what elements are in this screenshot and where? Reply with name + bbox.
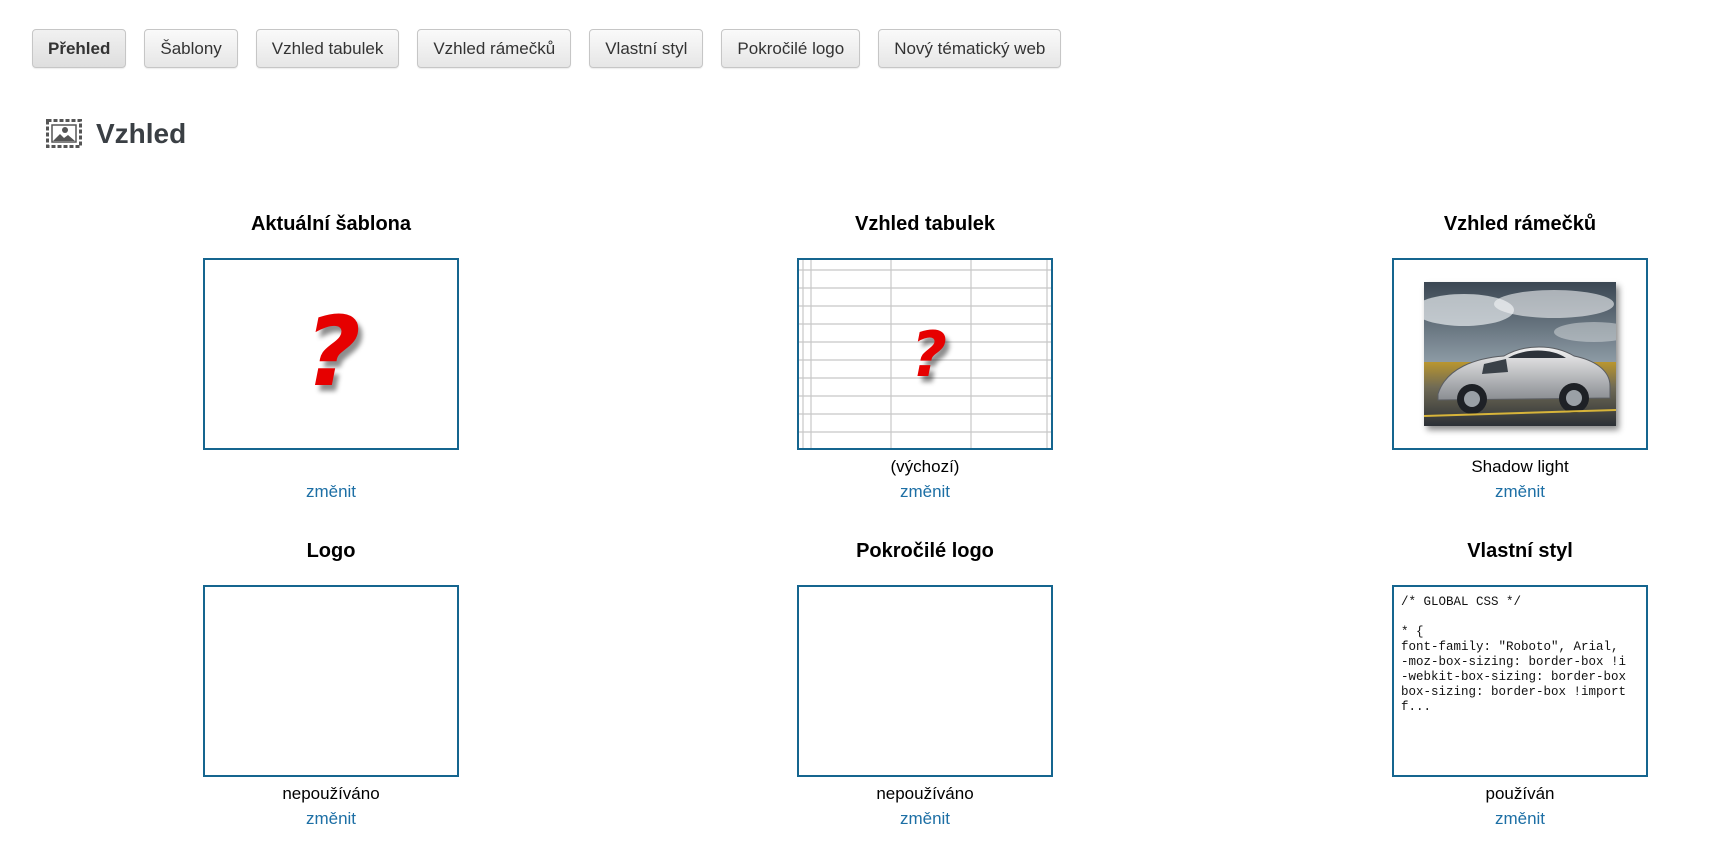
status-text: používán xyxy=(1485,784,1555,803)
card-frame-style: Vzhled rámečků Shadow light změnit xyxy=(1390,212,1650,503)
appearance-page: Přehled Šablony Vzhled tabulek Vzhled rá… xyxy=(0,0,1711,853)
picture-frame-icon xyxy=(46,119,82,149)
change-custom-style-link[interactable]: změnit xyxy=(1495,808,1545,830)
card-logo: Logo nepoužíváno změnit xyxy=(201,539,461,830)
card-title: Aktuální šablona xyxy=(250,213,412,235)
table-style-preview[interactable]: ? xyxy=(797,258,1053,450)
tab-overview[interactable]: Přehled xyxy=(32,29,127,68)
status-text: (výchozí) xyxy=(890,457,960,476)
card-title: Logo xyxy=(306,540,356,562)
logo-preview[interactable] xyxy=(203,585,459,777)
car-photo-thumbnail xyxy=(1424,282,1616,426)
advanced-logo-preview[interactable] xyxy=(797,585,1053,777)
tab-templates[interactable]: Šablony xyxy=(144,29,238,68)
change-frame-style-link[interactable]: změnit xyxy=(1495,481,1545,503)
card-current-template: Aktuální šablona ? změnit xyxy=(201,212,461,503)
page-heading: Vzhled xyxy=(46,118,186,150)
frame-style-preview[interactable] xyxy=(1392,258,1648,450)
tab-bar: Přehled Šablony Vzhled tabulek Vzhled rá… xyxy=(32,29,1062,68)
tab-custom-style[interactable]: Vlastní styl xyxy=(589,29,704,68)
change-table-style-link[interactable]: změnit xyxy=(900,481,950,503)
status-text: Shadow light xyxy=(1471,457,1569,476)
tab-advanced-logo[interactable]: Pokročilé logo xyxy=(721,29,861,68)
change-advanced-logo-link[interactable]: změnit xyxy=(900,808,950,830)
card-title: Vzhled rámečků xyxy=(1443,213,1597,235)
status-text xyxy=(201,456,461,478)
template-preview[interactable]: ? xyxy=(203,258,459,450)
change-logo-link[interactable]: změnit xyxy=(306,808,356,830)
custom-style-preview[interactable]: /* GLOBAL CSS */ * { font-family: "Robot… xyxy=(1392,585,1648,777)
tab-new-theme-web[interactable]: Nový tématický web xyxy=(878,29,1062,68)
question-mark-icon: ? xyxy=(305,296,361,408)
tab-table-style[interactable]: Vzhled tabulek xyxy=(255,29,400,68)
card-advanced-logo: Pokročilé logo nepoužíváno změnit xyxy=(795,539,1055,830)
card-title: Vlastní styl xyxy=(1467,540,1573,562)
card-custom-style: Vlastní styl /* GLOBAL CSS */ * { font-f… xyxy=(1390,539,1650,830)
question-mark-icon: ? xyxy=(911,318,947,391)
status-text: nepoužíváno xyxy=(876,784,974,803)
card-title: Vzhled tabulek xyxy=(854,213,996,235)
card-table-style: Vzhled tabulek ? (výchozí) změnit xyxy=(795,212,1055,503)
status-text: nepoužíváno xyxy=(282,784,380,803)
css-code-preview: /* GLOBAL CSS */ * { font-family: "Robot… xyxy=(1401,595,1627,714)
page-title: Vzhled xyxy=(96,118,187,149)
tab-frame-style[interactable]: Vzhled rámečků xyxy=(417,29,572,68)
change-template-link[interactable]: změnit xyxy=(306,481,356,503)
card-title: Pokročilé logo xyxy=(856,540,994,562)
